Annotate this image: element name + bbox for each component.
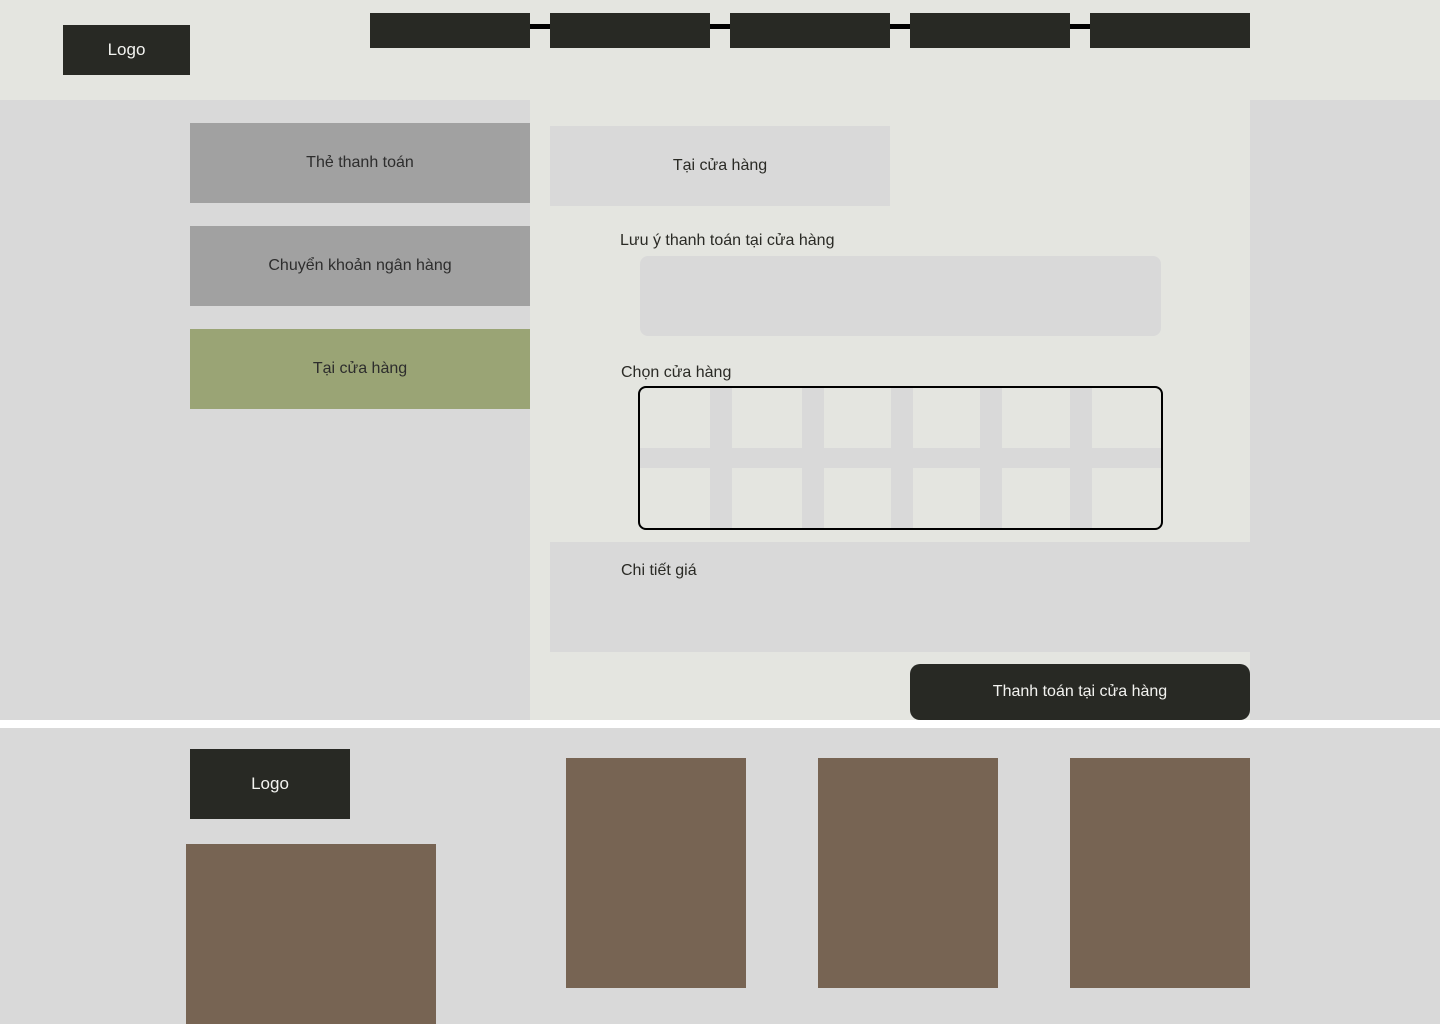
payment-method-card[interactable]: Thẻ thanh toán <box>190 123 530 203</box>
nav-item-1[interactable] <box>370 13 530 48</box>
footer-image-placeholder <box>818 758 998 988</box>
section-divider <box>0 720 1440 728</box>
header-logo[interactable]: Logo <box>63 25 190 75</box>
payment-method-in-store-label: Tại cửa hàng <box>312 360 408 377</box>
nav-item-4[interactable] <box>910 13 1070 48</box>
store-select-grid[interactable] <box>638 386 1163 530</box>
pay-in-store-button-label: Thanh toán tại cửa hàng <box>992 683 1168 700</box>
note-field[interactable] <box>640 256 1161 336</box>
footer-image-placeholder <box>566 758 746 988</box>
store-grid-divider <box>640 448 1161 468</box>
nav-item-2[interactable] <box>550 13 710 48</box>
store-select-label: Chọn cửa hàng <box>621 364 732 381</box>
payment-method-in-store[interactable]: Tại cửa hàng <box>190 329 530 409</box>
footer-image-placeholder <box>186 844 436 1024</box>
footer-logo[interactable]: Logo <box>190 749 350 819</box>
tab-in-store-label: Tại cửa hàng <box>672 157 768 174</box>
footer-image-placeholder <box>1070 758 1250 988</box>
payment-method-bank-transfer[interactable]: Chuyển khoản ngân hàng <box>190 226 530 306</box>
payment-method-card-label: Thẻ thanh toán <box>306 154 414 171</box>
nav-item-3[interactable] <box>730 13 890 48</box>
nav-item-5[interactable] <box>1090 13 1250 48</box>
pay-in-store-button[interactable]: Thanh toán tại cửa hàng <box>910 664 1250 720</box>
note-label: Lưu ý thanh toán tại cửa hàng <box>620 232 835 249</box>
price-details-box <box>550 542 1250 652</box>
payment-method-bank-transfer-label: Chuyển khoản ngân hàng <box>268 257 452 274</box>
price-details-label: Chi tiết giá <box>621 562 697 579</box>
tab-in-store[interactable]: Tại cửa hàng <box>550 126 890 206</box>
